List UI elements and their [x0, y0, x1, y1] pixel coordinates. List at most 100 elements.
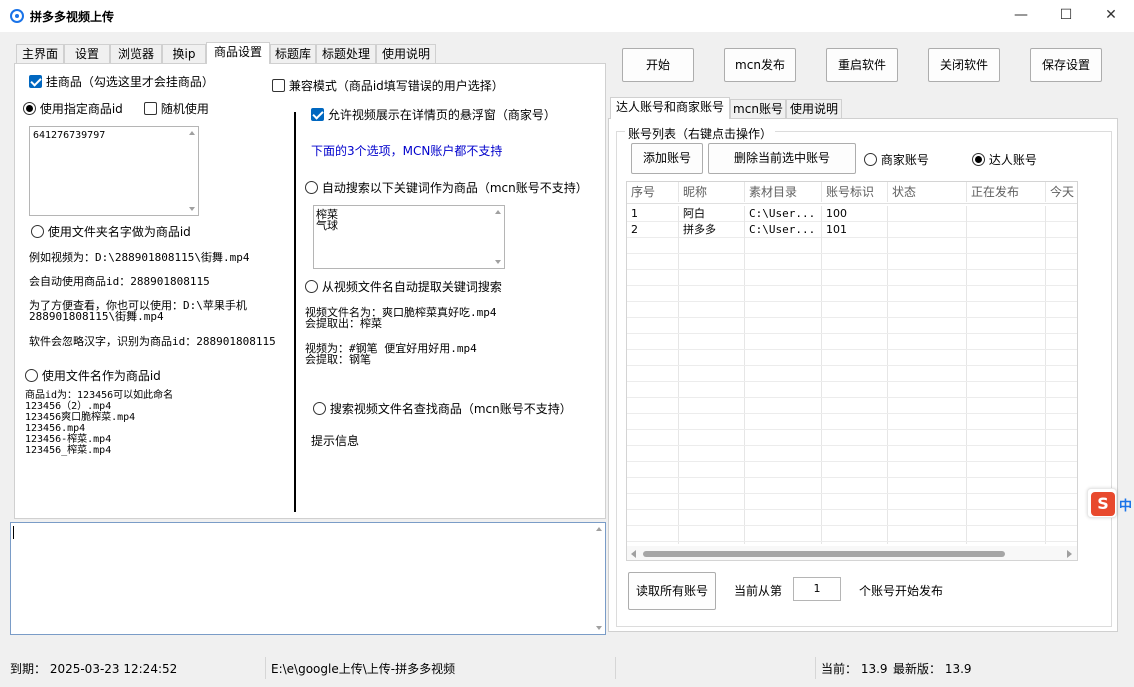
tab-influencer-merchant[interactable]: 达人账号和商家账号 [610, 97, 730, 119]
panel-divider [294, 112, 296, 512]
mount-product-checkbox[interactable] [29, 75, 42, 88]
random-use-checkbox[interactable] [144, 102, 157, 115]
merchant-account-label: 商家账号 [880, 153, 929, 167]
column-header[interactable]: 今天 [1046, 182, 1077, 202]
allow-float-option[interactable]: 允许视频展示在详情页的悬浮窗（商家号） [311, 106, 556, 123]
start-from-suffix: 个账号开始发布 [859, 584, 944, 598]
table-cell: C:\User... [745, 206, 822, 222]
read-all-accounts-button[interactable]: 读取所有账号 [628, 572, 716, 610]
tab-title-processing[interactable]: 标题处理 [316, 44, 376, 64]
search-filename-label: 搜索视频文件名查找商品（mcn账号不支持） [329, 402, 572, 416]
extract-example-1: 视频文件名为：爽口脆榨菜真好吃.mp4 会提取出：榨菜 [305, 306, 497, 330]
product-id-textarea[interactable]: 641276739797 [29, 126, 199, 216]
scrollbar-thumb[interactable] [643, 551, 1005, 557]
sougou-logo-icon: S [1091, 492, 1115, 516]
folder-name-id-option[interactable]: 使用文件夹名字做为商品id [31, 223, 191, 240]
keywords-textarea[interactable]: 榨菜 气球 [313, 205, 505, 269]
tab-browser[interactable]: 浏览器 [110, 44, 162, 64]
search-filename-option[interactable]: 搜索视频文件名查找商品（mcn账号不支持） [313, 400, 572, 417]
restart-button[interactable]: 重启软件 [826, 48, 898, 82]
file-name-id-radio[interactable] [25, 369, 38, 382]
table-cell: 100 [822, 206, 888, 222]
log-textarea[interactable] [10, 522, 606, 635]
scroll-down-icon[interactable] [495, 260, 501, 264]
extract-example-2: 视频为：#钢笔 便宜好用好用.mp4 会提取：钢笔 [305, 342, 477, 366]
column-header[interactable]: 正在发布 [967, 182, 1046, 202]
maximize-button[interactable]: ☐ [1043, 4, 1089, 28]
tab-right-instructions[interactable]: 使用说明 [786, 99, 842, 119]
product-id-value: 641276739797 [33, 130, 106, 141]
merchant-account-radio[interactable] [864, 153, 877, 166]
extract-keyword-option[interactable]: 从视频文件名自动提取关键词搜索 [305, 278, 502, 295]
tab-main[interactable]: 主界面 [16, 44, 64, 64]
keywords-scrollbar[interactable] [492, 206, 504, 268]
tab-settings[interactable]: 设置 [64, 44, 110, 64]
accounts-table[interactable]: 序号 昵称 素材目录 账号标识 状态 正在发布 今天 1 阿白 C:\User.… [626, 181, 1078, 561]
column-header[interactable]: 状态 [888, 182, 967, 202]
table-cell: C:\User... [745, 222, 822, 238]
path-status: E:\e\google上传\上传-拼多多视频 [271, 662, 456, 676]
column-header[interactable]: 昵称 [679, 182, 745, 202]
folder-name-id-radio[interactable] [31, 225, 44, 238]
mcn-note: 下面的3个选项，MCN账户都不支持 [311, 144, 503, 158]
scroll-up-icon[interactable] [495, 210, 501, 214]
scroll-up-icon[interactable] [189, 131, 195, 135]
mount-product-option[interactable]: 挂商品（勾选这里才会挂商品） [29, 73, 214, 90]
delete-account-button[interactable]: 删除当前选中账号 [708, 143, 856, 174]
scroll-down-icon[interactable] [596, 626, 602, 630]
table-cell: 101 [822, 222, 888, 238]
table-cell: 阿白 [679, 206, 745, 222]
current-version: 当前： 13.9 [821, 662, 888, 676]
tab-mcn-accounts[interactable]: mcn账号 [730, 99, 786, 119]
influencer-account-option[interactable]: 达人账号 [972, 151, 1037, 168]
add-account-button[interactable]: 添加账号 [631, 143, 703, 174]
search-filename-radio[interactable] [313, 402, 326, 415]
table-cell: 1 [627, 206, 679, 222]
tab-switch-ip[interactable]: 换ip [162, 44, 206, 64]
close-app-button[interactable]: 关闭软件 [928, 48, 1000, 82]
accounts-panel: 账号列表（右键点击操作） 添加账号 删除当前选中账号 商家账号 达人账号 序号 … [608, 118, 1118, 632]
hint-label: 提示信息 [311, 434, 360, 448]
allow-float-checkbox[interactable] [311, 108, 324, 121]
scroll-down-icon[interactable] [189, 207, 195, 211]
tab-instructions[interactable]: 使用说明 [376, 44, 436, 64]
use-specified-id-radio[interactable] [23, 102, 36, 115]
folder-example-4: 软件会忽略汉字，识别为商品id：288901808115 [29, 335, 276, 348]
tab-title-library[interactable]: 标题库 [270, 44, 316, 64]
extract-keyword-radio[interactable] [305, 280, 318, 293]
table-row[interactable]: 1 阿白 C:\User... 100 [627, 206, 1077, 222]
file-name-id-label: 使用文件名作为商品id [41, 369, 161, 383]
tab-product-settings[interactable]: 商品设置 [206, 42, 270, 64]
table-horizontal-scrollbar[interactable] [627, 546, 1077, 560]
auto-search-option[interactable]: 自动搜索以下关键词作为商品（mcn账号不支持） [305, 179, 588, 196]
expiry-status: 到期： 2025-03-23 12:24:52 [10, 662, 178, 676]
ime-mode-label[interactable]: 中 [1119, 495, 1132, 514]
column-header[interactable]: 账号标识 [822, 182, 888, 202]
start-from-input[interactable]: 1 [793, 577, 841, 601]
table-row[interactable]: 2 拼多多 C:\User... 101 [627, 222, 1077, 238]
table-cell [967, 206, 1046, 222]
close-button[interactable]: ✕ [1088, 4, 1134, 28]
compat-mode-option[interactable]: 兼容模式（商品id填写错误的用户选择） [272, 77, 504, 94]
product-id-scrollbar[interactable] [186, 127, 198, 215]
minimize-button[interactable]: — [998, 4, 1044, 28]
sougou-ime-widget[interactable]: S [1087, 488, 1117, 518]
file-name-id-option[interactable]: 使用文件名作为商品id [25, 367, 161, 384]
folder-example-2: 会自动使用商品id：288901808115 [29, 275, 210, 288]
allow-float-label: 允许视频展示在详情页的悬浮窗（商家号） [327, 108, 556, 122]
merchant-account-option[interactable]: 商家账号 [864, 151, 929, 168]
scroll-left-icon[interactable] [631, 550, 636, 558]
influencer-account-radio[interactable] [972, 153, 985, 166]
save-settings-button[interactable]: 保存设置 [1030, 48, 1102, 82]
scroll-up-icon[interactable] [596, 527, 602, 531]
column-header[interactable]: 序号 [627, 182, 679, 202]
compat-mode-checkbox[interactable] [272, 79, 285, 92]
column-header[interactable]: 素材目录 [745, 182, 822, 202]
use-specified-id-option[interactable]: 使用指定商品id [23, 100, 123, 117]
start-button[interactable]: 开始 [622, 48, 694, 82]
auto-search-radio[interactable] [305, 181, 318, 194]
mcn-publish-button[interactable]: mcn发布 [724, 48, 796, 82]
log-scrollbar[interactable] [593, 523, 605, 634]
scroll-right-icon[interactable] [1067, 550, 1072, 558]
random-use-option[interactable]: 随机使用 [144, 100, 209, 117]
